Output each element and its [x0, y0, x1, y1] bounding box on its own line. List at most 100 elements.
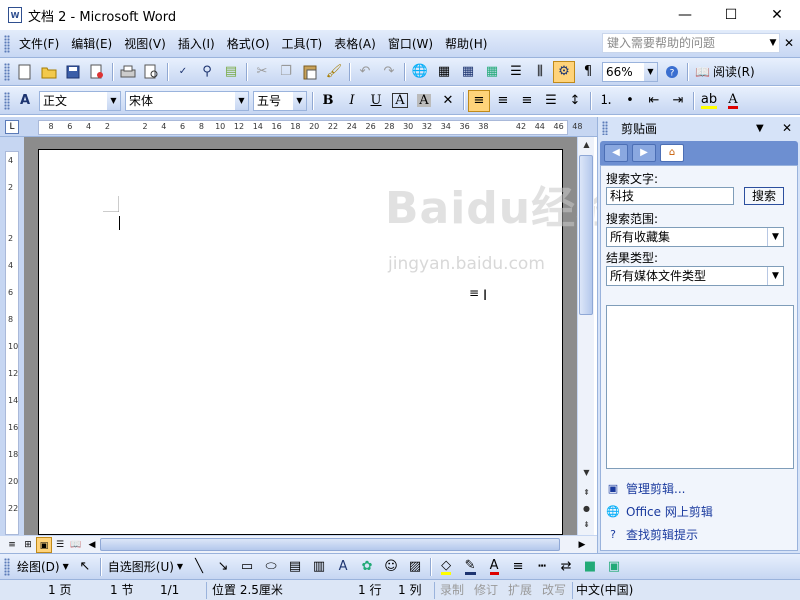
reading-view-icon[interactable]: 📖 [68, 537, 84, 553]
help-search-input[interactable]: 键入需要帮助的问题 [602, 33, 780, 53]
scroll-right-icon[interactable]: ▶ [574, 537, 590, 553]
underline-icon[interactable]: U [365, 90, 387, 112]
maximize-button[interactable]: ☐ [708, 0, 754, 30]
columns-icon[interactable]: ☰ [505, 61, 527, 83]
organize-clips-link[interactable]: ▣ 管理剪辑... [606, 480, 686, 497]
spelling-icon[interactable]: ✓ [172, 61, 194, 83]
scroll-thumb[interactable] [100, 538, 560, 551]
increase-indent-icon[interactable]: ⇥ [667, 90, 689, 112]
line-style-icon[interactable]: ≡ [507, 556, 529, 578]
menu-insert[interactable]: 插入(I) [172, 34, 221, 54]
arrow-style-icon[interactable]: ⇄ [555, 556, 577, 578]
scroll-up-icon[interactable]: ▲ [578, 137, 595, 153]
insert-excel-icon[interactable]: ▦ [481, 61, 503, 83]
research-books-icon[interactable]: ▤ [220, 61, 242, 83]
insert-table-icon[interactable]: ▦ [457, 61, 479, 83]
menu-format[interactable]: 格式(O) [221, 34, 276, 54]
word-app-icon[interactable]: W [8, 7, 22, 23]
font-combo[interactable]: 宋体 ▼ [125, 90, 249, 111]
menu-table[interactable]: 表格(A) [328, 34, 382, 54]
format-painter-icon[interactable]: 🖌 [323, 61, 345, 83]
menubar-grip[interactable] [4, 34, 10, 53]
minimize-button[interactable]: — [662, 0, 708, 30]
character-border-icon[interactable]: A [389, 90, 411, 112]
close-button[interactable]: ✕ [754, 0, 800, 30]
task-pane-menu-icon[interactable]: ▼ [756, 123, 764, 134]
chevron-down-icon[interactable]: ▼ [767, 267, 783, 285]
menu-file[interactable]: 文件(F) [13, 34, 65, 54]
character-scaling-icon[interactable]: ✕ [437, 90, 459, 112]
bullets-icon[interactable]: • [619, 90, 641, 112]
3d-style-icon[interactable]: ▣ [603, 556, 625, 578]
highlight-icon[interactable]: ab [698, 90, 720, 112]
toolbar-grip[interactable] [4, 62, 10, 81]
open-folder-icon[interactable] [38, 61, 60, 83]
home-icon[interactable]: ⌂ [660, 144, 684, 162]
menu-window[interactable]: 窗口(W) [382, 34, 439, 54]
menu-view[interactable]: 视图(V) [118, 34, 172, 54]
hyperlink-icon[interactable]: 🌐 [409, 61, 431, 83]
toolbar-grip[interactable] [4, 557, 10, 576]
print-icon[interactable] [117, 61, 139, 83]
document-close-icon[interactable]: ✕ [782, 33, 796, 53]
menu-help[interactable]: 帮助(H) [439, 34, 493, 54]
help-dropdown-icon[interactable]: ▼ [766, 33, 780, 53]
web-view-icon[interactable]: ⊞ [20, 537, 36, 553]
vertical-text-box-icon[interactable]: ▥ [308, 556, 330, 578]
tables-borders-icon[interactable]: ▦ [433, 61, 455, 83]
document-map-icon[interactable]: ⚙ [553, 60, 575, 83]
draw-menu-button[interactable]: 绘图(D) ▼ [13, 556, 73, 578]
scroll-left-icon[interactable]: ◀ [84, 537, 100, 553]
next-page-icon[interactable]: ⇟ [578, 517, 595, 533]
distributed-icon[interactable]: ☰ [540, 90, 562, 112]
menu-edit[interactable]: 编辑(E) [65, 34, 118, 54]
vertical-scrollbar[interactable]: ▲ ▼ ⇞ ● ⇟ [577, 137, 594, 535]
dash-style-icon[interactable]: ┅ [531, 556, 553, 578]
horizontal-scrollbar[interactable]: ≡ ⊞ ▣ ☰ 📖 ◀ ▶ [0, 535, 597, 553]
type-select[interactable]: 所有媒体文件类型 ▼ [606, 266, 784, 286]
line-color-icon[interactable]: ✎ [459, 556, 481, 578]
align-justify-icon[interactable]: ≡ [468, 89, 490, 112]
redo-icon[interactable]: ↷ [378, 61, 400, 83]
copy-icon[interactable]: ❐ [275, 61, 297, 83]
cut-icon[interactable]: ✂ [251, 61, 273, 83]
show-hide-icon[interactable]: ¶ [577, 61, 599, 83]
font-color-icon[interactable]: A [483, 556, 505, 578]
align-right-icon[interactable]: ≡ [516, 90, 538, 112]
oval-icon[interactable]: ⬭ [260, 556, 282, 578]
font-color-icon[interactable]: A [722, 90, 744, 112]
chevron-down-icon[interactable]: ▼ [107, 91, 120, 110]
previous-page-icon[interactable]: ⇞ [578, 485, 595, 501]
toolbar-grip[interactable] [4, 91, 10, 110]
browse-object-icon[interactable]: ● [578, 501, 595, 517]
results-area[interactable] [606, 305, 794, 469]
select-objects-icon[interactable]: ↖ [74, 556, 96, 578]
drawing-icon[interactable]: ⫼ [529, 61, 551, 83]
clips-online-link[interactable]: 🌐 Office 网上剪辑 [606, 503, 713, 520]
read-mode-button[interactable]: 📖 阅读(R) [691, 61, 759, 83]
bold-icon[interactable]: B [317, 90, 339, 112]
search-button[interactable]: 搜索 [744, 187, 784, 205]
normal-view-icon[interactable]: ≡ [4, 537, 20, 553]
autoshapes-button[interactable]: 自选图形(U) ▼ [104, 556, 187, 578]
search-input[interactable]: 科技 [606, 187, 734, 205]
status-track-changes[interactable]: 修订 [474, 582, 498, 599]
line-icon[interactable]: ╲ [188, 556, 210, 578]
character-shading-icon[interactable]: A [413, 90, 435, 112]
clip-art-icon[interactable]: ☺ [380, 556, 402, 578]
ruler-strip[interactable]: 4 2 2 4 6 8 10 12 14 16 18 20 22 [5, 151, 19, 535]
italic-icon[interactable]: I [341, 90, 363, 112]
menu-tools[interactable]: 工具(T) [276, 34, 329, 54]
print-preview-icon[interactable] [141, 61, 163, 83]
decrease-indent-icon[interactable]: ⇤ [643, 90, 665, 112]
scroll-down-icon[interactable]: ▼ [578, 465, 595, 481]
chevron-down-icon[interactable]: ▼ [293, 91, 306, 110]
fill-color-icon[interactable]: ◇ [435, 556, 457, 578]
outline-view-icon[interactable]: ☰ [52, 537, 68, 553]
new-document-icon[interactable] [14, 61, 36, 83]
zoom-combo[interactable]: 66% ▼ [602, 61, 658, 82]
rectangle-icon[interactable]: ▭ [236, 556, 258, 578]
chevron-down-icon[interactable]: ▼ [767, 228, 783, 246]
chevron-down-icon[interactable]: ▼ [235, 91, 248, 110]
arrow-icon[interactable]: ↘ [212, 556, 234, 578]
